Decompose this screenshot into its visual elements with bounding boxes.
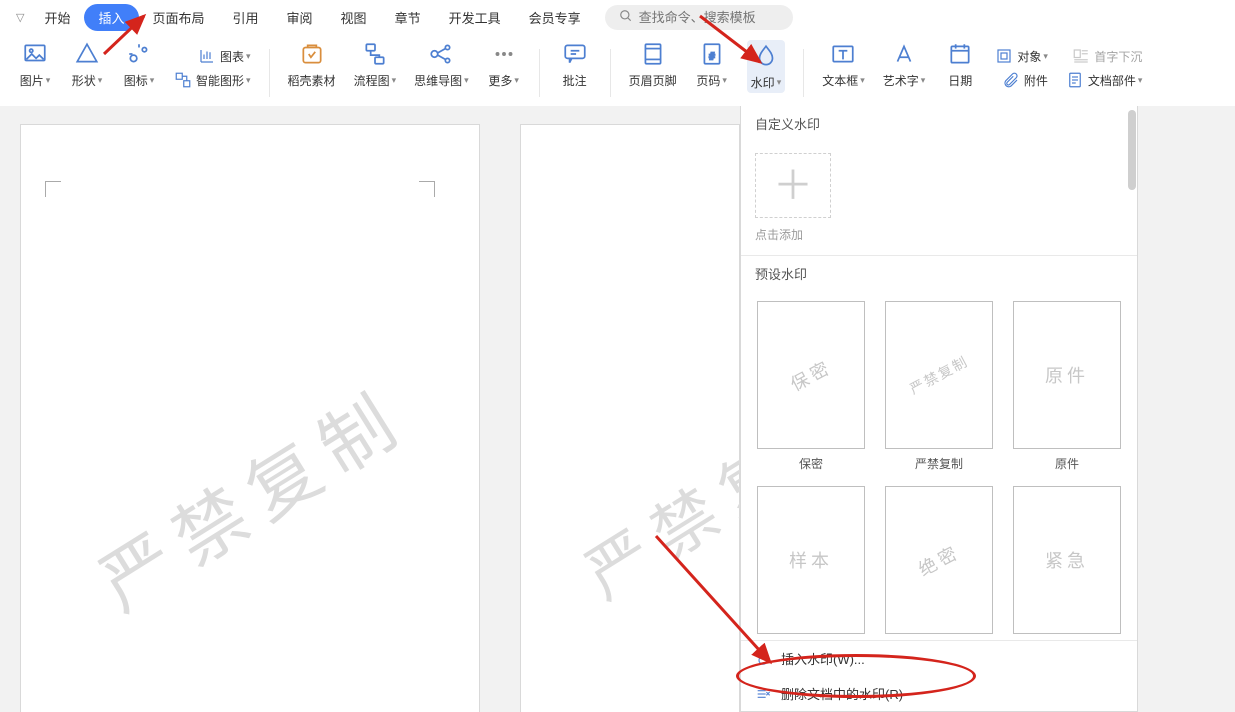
svg-text:#: # [709,51,715,62]
pagenum-icon: # [698,40,726,68]
shape-button[interactable]: 形状▾ [70,40,104,89]
preset-item-sample[interactable]: 样本 [755,486,867,634]
flowchart-button[interactable]: 流程图▾ [354,40,397,89]
remove-icon [755,686,771,702]
chart-icon [198,47,216,65]
mindmap-icon [427,40,455,68]
pagenum-button[interactable]: # 页码▾ [695,40,729,89]
wordart-button[interactable]: 艺术字▾ [883,40,926,89]
attachment-icon [1002,71,1020,89]
icon-button[interactable]: 图标▾ [122,40,156,89]
remove-watermark-menuitem[interactable]: 删除文档中的水印(R) [741,676,1137,711]
preset-watermark-title: 预设水印 [741,256,1137,291]
watermark-button[interactable]: 水印▾ [747,40,786,93]
add-watermark-caption: 点击添加 [755,226,1123,243]
date-button[interactable]: 日期 [943,40,977,89]
object-button[interactable]: 对象▾ [995,47,1048,65]
mindmap-button[interactable]: 思维导图▾ [414,40,469,89]
separator [269,49,270,97]
docparts-icon [1066,71,1084,89]
preset-item-urgent[interactable]: 紧急 [1011,486,1123,634]
preset-item-nocopy[interactable]: 严禁复制 严禁复制 [883,301,995,472]
plus-icon: ＋ [773,166,813,206]
tab-reference[interactable]: 引用 [219,4,273,31]
quick-access-dropdown[interactable]: ▽ [10,9,30,26]
wordart-icon [890,40,918,68]
dropcap-button[interactable]: 首字下沉 [1066,47,1143,65]
docer-icon [298,40,326,68]
separator [539,49,540,97]
tab-review[interactable]: 审阅 [273,4,327,31]
picture-icon [21,40,49,68]
margin-corner [419,181,435,197]
preset-item-topsecret[interactable]: 绝密 [883,486,995,634]
tab-devtools[interactable]: 开发工具 [435,4,515,31]
drop-icon [755,651,771,667]
margin-corner [45,181,61,197]
docer-button[interactable]: 稻壳素材 [288,40,336,89]
search-icon [619,9,633,26]
sparkle-icon [125,40,153,68]
comment-button[interactable]: 批注 [558,40,592,89]
tab-insert[interactable]: 插入 [84,4,138,31]
comment-icon [561,40,589,68]
scrollbar[interactable] [1128,110,1136,190]
document-page-2[interactable]: 严禁复制 [520,124,740,712]
textbox-icon [829,40,857,68]
document-page-1[interactable]: 严禁复制 [20,124,480,712]
command-search-input[interactable] [639,10,779,25]
shape-icon [73,40,101,68]
tab-pagelayout[interactable]: 页面布局 [139,4,219,31]
more-button[interactable]: 更多▾ [487,40,521,89]
more-icon [490,40,518,68]
preset-item-original[interactable]: 原件 原件 [1011,301,1123,472]
watermark-icon [752,42,780,70]
tab-view[interactable]: 视图 [327,4,381,31]
docparts-button[interactable]: 文档部件▾ [1066,71,1143,89]
tab-member[interactable]: 会员专享 [515,4,595,31]
custom-watermark-title: 自定义水印 [741,106,1137,141]
separator [610,49,611,97]
tab-chapter[interactable]: 章节 [381,4,435,31]
command-search[interactable] [605,5,793,30]
chart-button[interactable]: 图表▾ [174,47,251,65]
flowchart-icon [361,40,389,68]
watermark-dropdown-panel: 自定义水印 ＋ 点击添加 预设水印 保密 保密 严禁复制 严禁复制 原件 原件 … [740,106,1138,712]
headerfooter-button[interactable]: 页眉页脚 [629,40,677,89]
page-watermark: 严禁复制 [76,359,423,630]
picture-button[interactable]: 图片▾ [18,40,52,89]
smartart-button[interactable]: 智能图形▾ [174,71,251,89]
preset-item-confidential[interactable]: 保密 保密 [755,301,867,472]
attachment-button[interactable]: 附件 [995,71,1048,89]
object-icon [995,47,1013,65]
textbox-button[interactable]: 文本框▾ [822,40,865,89]
tab-start[interactable]: 开始 [30,4,84,31]
separator [803,49,804,97]
smartart-icon [174,71,192,89]
add-watermark-tile[interactable]: ＋ [755,153,831,218]
dropcap-icon [1072,47,1090,65]
headerfooter-icon [639,40,667,68]
date-icon [946,40,974,68]
insert-watermark-menuitem[interactable]: 插入水印(W)... [741,641,1137,676]
